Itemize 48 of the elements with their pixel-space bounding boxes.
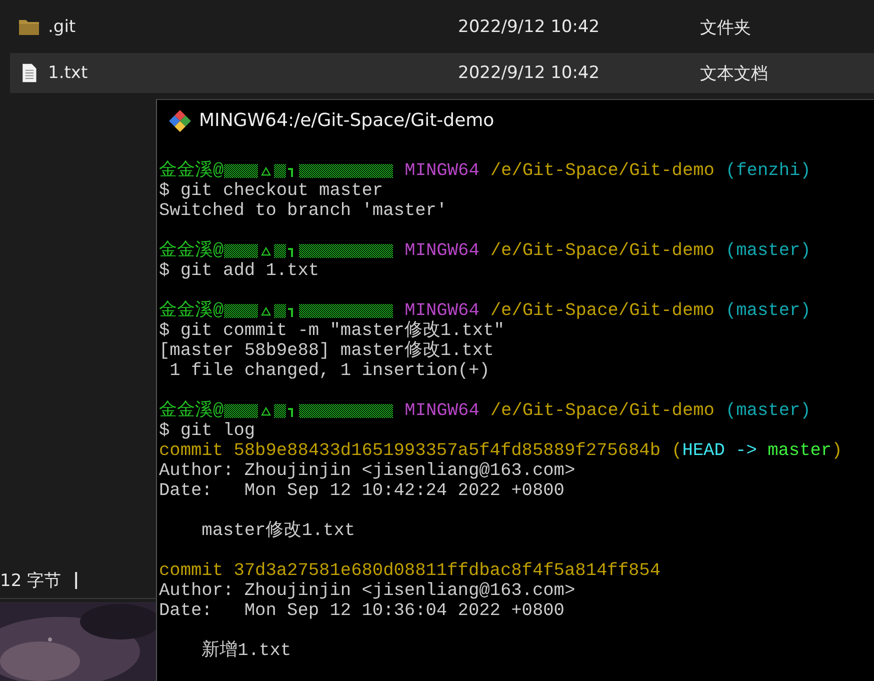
file-name: 1.txt: [48, 63, 89, 83]
prompt-branch: (master): [725, 301, 811, 321]
command-line: $ git commit -m "master修改1.txt": [159, 321, 504, 341]
prompt-path: /e/Git-Space/Git-demo: [490, 161, 714, 181]
output-line: Date: Mon Sep 12 10:36:04 2022 +0800: [159, 601, 564, 621]
prompt-user: 金金溪@: [159, 241, 224, 261]
command-line: $ git checkout master: [159, 181, 384, 201]
output-line: [master 58b9e88] master修改1.txt: [159, 341, 494, 361]
output-line: Switched to branch 'master': [159, 201, 448, 221]
output-line: Date: Mon Sep 12 10:42:24 2022 +0800: [159, 481, 564, 501]
commit-line: commit 37d3a27581e680d08811ffdbac8f4f5a814ff854: [159, 561, 661, 581]
commit-ref: ): [832, 441, 842, 461]
output-line: 新增1.txt: [200, 641, 292, 661]
output-line: Author: Zhoujinjin <jisenliang@163.com>: [159, 461, 576, 481]
modified-date: 2022/9/12 10:42: [458, 63, 601, 83]
prompt-branch: (fenzhi): [725, 161, 811, 181]
output-line: 1 file changed, 1 insertion(+): [168, 361, 490, 381]
file-type: 文本文档: [700, 62, 768, 84]
diamond-icon: [168, 108, 192, 132]
file-name: .git: [48, 17, 77, 37]
output-line: Author: Zhoujinjin <jisenliang@163.com>: [159, 581, 576, 601]
status-separator: |: [73, 570, 80, 590]
prompt-branch: (master): [725, 241, 811, 261]
prompt-user: 金金溪@: [159, 301, 224, 321]
window-title: MINGW64:/e/Git-Space/Git-demo: [199, 110, 494, 131]
commit-line: commit 58b9e88433d1651993357a5f4fd85889f275684b: [159, 441, 661, 461]
prompt-path: /e/Git-Space/Git-demo: [490, 401, 714, 421]
file-row[interactable]: 1.txt 2022/9/12 10:42 文本文档: [10, 53, 874, 93]
prompt-user: 金金溪@: [159, 401, 224, 421]
commit-ref: HEAD ->: [682, 441, 758, 461]
prompt-system: MINGW64: [404, 401, 480, 421]
commit-ref: (: [672, 441, 682, 461]
prompt-path: /e/Git-Space/Git-demo: [490, 301, 714, 321]
prompt-path: /e/Git-Space/Git-demo: [490, 241, 714, 261]
prompt-system: MINGW64: [404, 241, 480, 261]
commit-ref: master: [768, 441, 832, 461]
prompt-user: 金金溪@: [159, 161, 224, 181]
folder-icon: [18, 17, 40, 37]
command-line: $ git add 1.txt: [159, 261, 320, 281]
prompt-system: MINGW64: [404, 301, 480, 321]
file-row[interactable]: .git 2022/9/12 10:42 文件夹: [10, 7, 874, 47]
output-line: master修改1.txt: [200, 521, 356, 541]
file-type: 文件夹: [700, 16, 751, 38]
command-line: $ git log: [159, 421, 256, 441]
modified-date: 2022/9/12 10:42: [458, 17, 601, 37]
file-size: 12 字节: [0, 570, 62, 592]
prompt-branch: (master): [725, 401, 811, 421]
prompt-system: MINGW64: [404, 161, 480, 181]
